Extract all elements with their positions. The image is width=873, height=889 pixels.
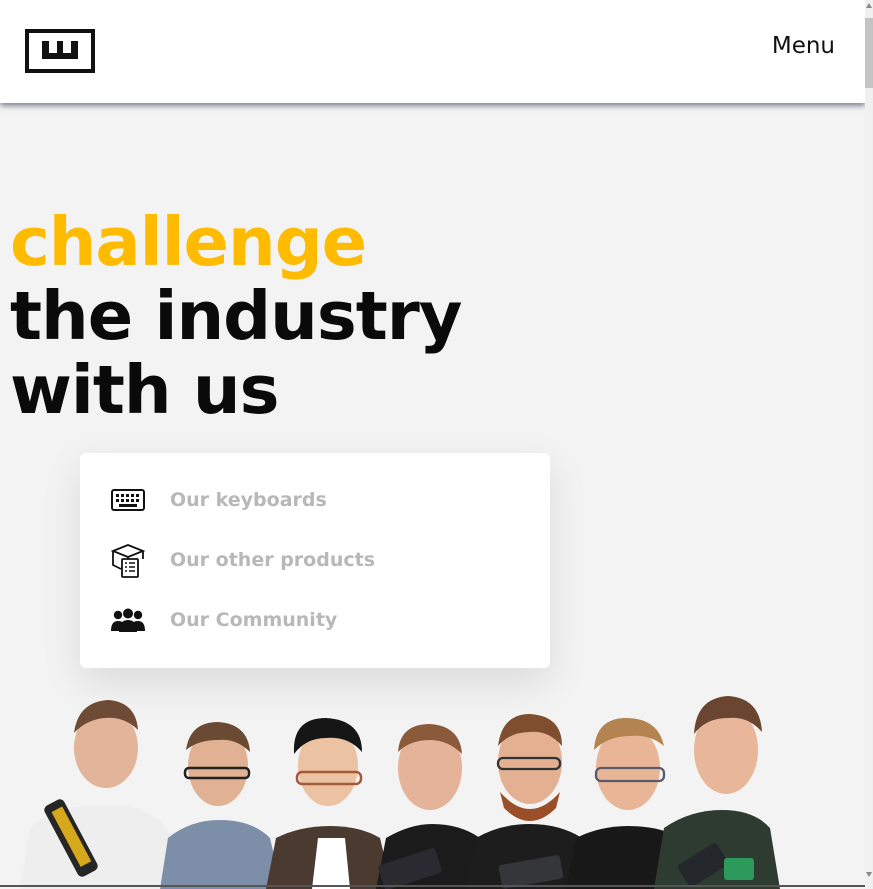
team-member-1 (20, 700, 178, 889)
scroll-down-arrow-icon[interactable] (866, 872, 872, 877)
scroll-up-arrow-icon[interactable] (866, 3, 872, 8)
page-viewport: Menu challenge the industry with us Our … (0, 0, 865, 889)
nav-item-other-products[interactable]: Our other products (108, 540, 528, 580)
hero-line-2: the industry (10, 277, 462, 355)
site-header: Menu (0, 0, 865, 103)
nav-item-label: Our keyboards (170, 489, 327, 511)
vertical-scrollbar[interactable] (865, 0, 873, 889)
nav-item-label: Our Community (170, 609, 338, 631)
box-checklist-icon (108, 540, 148, 580)
nav-item-label: Our other products (170, 549, 376, 571)
brand-logo-icon[interactable] (25, 29, 95, 73)
nav-item-keyboards[interactable]: Our keyboards (108, 480, 528, 520)
team-member-7 (654, 696, 780, 889)
team-member-2 (160, 722, 282, 889)
scroll-thumb[interactable] (865, 18, 873, 88)
hero-line-3: with us (10, 351, 280, 429)
hero-heading: challenge the industry with us (10, 203, 462, 429)
team-photo (0, 688, 865, 889)
people-group-icon (108, 600, 148, 640)
keyboard-icon (108, 480, 148, 520)
menu-button[interactable]: Menu (772, 33, 835, 59)
nav-item-community[interactable]: Our Community (108, 600, 528, 640)
nav-card: Our keyboards Our other products Our Com… (80, 453, 550, 668)
hero-line-accent: challenge (10, 203, 367, 281)
team-member-3 (266, 718, 392, 889)
bottom-divider (0, 885, 865, 887)
